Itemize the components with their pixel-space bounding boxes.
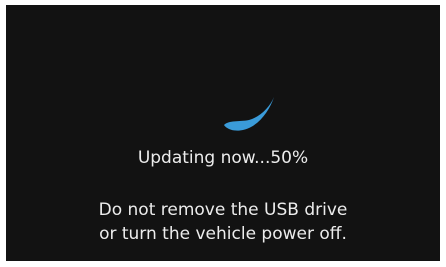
- update-warning-message: Do not remove the USB drive or turn the …: [6, 198, 440, 246]
- loading-arc-icon: [224, 97, 274, 131]
- warning-line-1: Do not remove the USB drive: [98, 200, 348, 220]
- device-frame: Updating now...50% Do not remove the USB…: [0, 0, 446, 267]
- update-screen: Updating now...50% Do not remove the USB…: [6, 5, 440, 261]
- update-status-text: Updating now...50%: [137, 148, 309, 168]
- warning-line-2: or turn the vehicle power off.: [99, 224, 347, 244]
